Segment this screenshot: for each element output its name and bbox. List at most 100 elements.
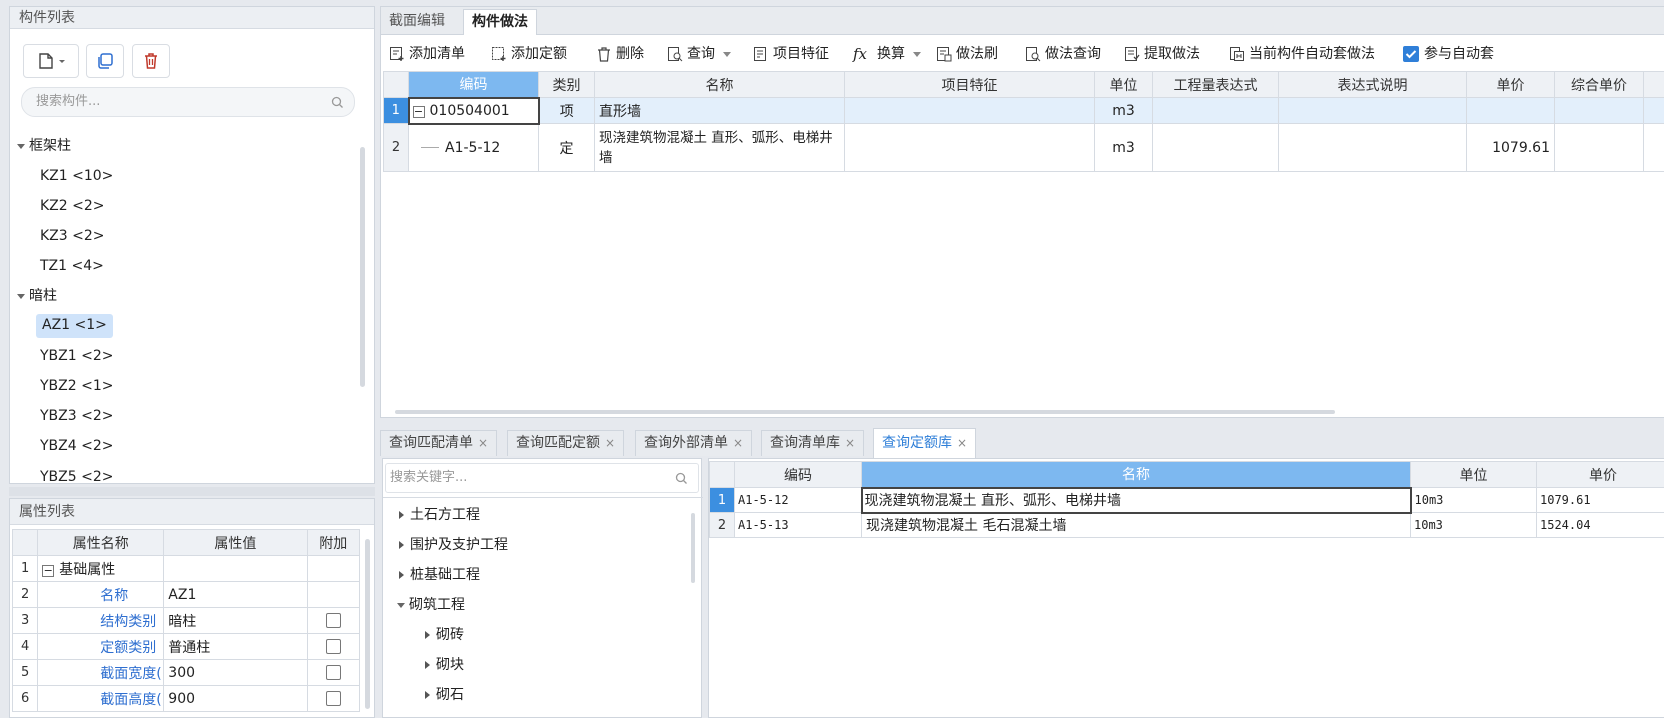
column-header[interactable]: 单价 (1467, 72, 1555, 98)
column-header[interactable]: 单位 (1095, 72, 1153, 98)
attach-checkbox[interactable] (326, 613, 341, 628)
method-brush-button[interactable]: 做法刷 (936, 43, 998, 65)
chevron-right-icon (399, 511, 404, 519)
component-item[interactable]: TZ1 <4> (40, 255, 104, 279)
method-query-button[interactable]: 做法查询 (1025, 43, 1101, 65)
extract-icon (1124, 46, 1140, 62)
close-icon[interactable]: × (605, 436, 615, 450)
property-row[interactable]: 5 截面宽度(... 300 (13, 660, 360, 686)
brush-icon (936, 46, 952, 62)
query-dropdown-button[interactable]: 查询 (667, 43, 735, 65)
quota-tree-item[interactable]: 砌块 (425, 654, 464, 678)
participate-auto-checkbox[interactable]: 参与自动套 (1403, 43, 1494, 65)
property-row[interactable]: 4 定额类别 普通柱 (13, 634, 360, 660)
tab-query-quota-library[interactable]: 查询定额库× (873, 428, 976, 458)
item-feature-icon (753, 46, 769, 62)
delete-component-button[interactable] (132, 44, 170, 78)
add-quota-button[interactable]: 添加定额 (491, 43, 567, 65)
column-header[interactable]: 项目特征 (845, 72, 1095, 98)
column-header-name[interactable]: 名称 (862, 462, 1411, 488)
component-item[interactable]: YBZ1 <2> (40, 345, 113, 369)
tab-query-match-list[interactable]: 查询匹配清单× (380, 430, 497, 456)
method-row-selected[interactable]: 1 −010504001 项 直形墙 m3 (384, 98, 1664, 124)
component-item[interactable]: KZ3 <2> (40, 225, 105, 249)
component-item[interactable]: YBZ2 <1> (40, 375, 113, 399)
quota-tree-item[interactable]: 土石方工程 (399, 504, 480, 528)
quota-tree-item[interactable]: 桩基础工程 (399, 564, 480, 588)
quota-tree-item[interactable]: 围护及支护工程 (399, 534, 508, 558)
horizontal-splitter[interactable] (9, 487, 375, 496)
property-list-scrollbar[interactable] (365, 539, 370, 709)
tab-query-list-library[interactable]: 查询清单库× (761, 430, 864, 456)
checkbox-checked-icon[interactable] (1403, 46, 1419, 62)
quota-tree-item[interactable]: 砌石 (425, 684, 464, 708)
column-header-code[interactable]: 编码 (409, 72, 539, 98)
method-grid-hscrollbar[interactable] (395, 410, 1335, 414)
chevron-right-icon (425, 691, 430, 699)
column-header[interactable]: 工程量表达式 (1153, 72, 1279, 98)
column-header[interactable]: 属性值 (164, 530, 307, 556)
close-icon[interactable]: × (733, 436, 743, 450)
column-header[interactable]: 类别 (539, 72, 595, 98)
tree-group-hidden-column[interactable]: 暗柱 (17, 285, 57, 309)
quota-tree-scrollbar[interactable] (691, 513, 695, 583)
quota-tree-pane: 搜索关键字... 土石方工程 围护及支护工程 桩基础工程 砌筑工程 砌砖 砌块 … (382, 458, 702, 718)
top-tabbar (381, 7, 1664, 35)
item-feature-button[interactable]: 项目特征 (753, 43, 829, 65)
new-component-button[interactable] (23, 44, 79, 78)
close-icon[interactable]: × (957, 436, 967, 450)
add-list-button[interactable]: 添加清单 (389, 43, 465, 65)
convert-dropdown-button[interactable]: 𝑓x 换算 (853, 43, 925, 65)
collapse-icon[interactable]: − (413, 106, 425, 118)
column-header[interactable]: 单位 (1411, 462, 1537, 488)
method-grid: 编码 类别 名称 项目特征 单位 工程量表达式 表达式说明 单价 综合单价 1 … (383, 71, 1664, 172)
quota-tree-item[interactable]: 砌筑工程 (397, 594, 465, 618)
column-header[interactable]: 单价 (1537, 462, 1664, 488)
property-row[interactable]: 3 结构类别 暗柱 (13, 608, 360, 634)
component-item[interactable]: YBZ4 <2> (40, 435, 113, 459)
attach-checkbox[interactable] (326, 639, 341, 654)
component-item[interactable]: KZ2 <2> (40, 195, 105, 219)
quota-row[interactable]: 2 A1-5-13 现浇建筑物混凝土 毛石混凝土墙 10m3 1524.04 (710, 513, 1664, 538)
component-item[interactable]: YBZ5 <2> (40, 470, 113, 484)
quota-grid: 编码 名称 单位 单价 1 A1-5-12 现浇建筑物混凝土 直形、弧形、电梯井… (709, 461, 1664, 538)
component-list-scrollbar[interactable] (360, 147, 365, 387)
tree-connector (421, 147, 439, 148)
column-header[interactable]: 属性名称 (38, 530, 164, 556)
tab-section-edit[interactable]: 截面编辑 (381, 9, 453, 35)
close-icon[interactable]: × (478, 436, 488, 450)
column-header[interactable]: 名称 (595, 72, 845, 98)
column-header[interactable]: 综合单价 (1555, 72, 1644, 98)
auto-apply-method-button[interactable]: 当前构件自动套做法 (1229, 43, 1375, 65)
method-row[interactable]: 2 A1-5-12 定 现浇建筑物混凝土 直形、弧形、电梯井墙 m3 1079.… (384, 124, 1664, 172)
quota-tree-item[interactable]: 砌砖 (425, 624, 464, 648)
attach-checkbox[interactable] (326, 691, 341, 706)
add-quota-icon (491, 46, 507, 62)
tab-component-method[interactable]: 构件做法 (463, 9, 537, 35)
close-icon[interactable]: × (845, 436, 855, 450)
delete-button[interactable]: 删除 (596, 43, 644, 65)
column-header[interactable]: 表达式说明 (1279, 72, 1467, 98)
property-row[interactable]: 6 截面高度(... 900 (13, 686, 360, 712)
copy-component-button[interactable] (86, 44, 124, 78)
quota-row-selected[interactable]: 1 A1-5-12 现浇建筑物混凝土 直形、弧形、电梯井墙 10m3 1079.… (710, 488, 1664, 513)
query-icon (667, 46, 683, 62)
component-item[interactable]: KZ1 <10> (40, 165, 113, 189)
tree-group-frame-column[interactable]: 框架柱 (17, 135, 71, 159)
component-search-input[interactable]: 搜索构件... (21, 87, 355, 117)
extract-method-button[interactable]: 提取做法 (1124, 43, 1200, 65)
auto-apply-icon (1229, 46, 1245, 62)
property-row[interactable]: 2 名称 AZ1 (13, 582, 360, 608)
collapse-icon[interactable]: − (42, 565, 54, 577)
chevron-down-icon (17, 294, 25, 299)
quota-search-input[interactable]: 搜索关键字... (385, 463, 699, 493)
tab-query-external-list[interactable]: 查询外部清单× (635, 430, 752, 456)
property-list-panel: 属性列表 属性名称 属性值 附加 1 −基础属性 2 名称 AZ1 3 结构类别… (9, 498, 375, 718)
property-row[interactable]: 1 −基础属性 (13, 556, 360, 582)
attach-checkbox[interactable] (326, 665, 341, 680)
column-header[interactable]: 附加 (307, 530, 359, 556)
column-header[interactable]: 编码 (735, 462, 862, 488)
component-item[interactable]: YBZ3 <2> (40, 405, 113, 429)
component-item-selected[interactable]: AZ1 <1> (36, 314, 113, 338)
tab-query-match-quota[interactable]: 查询匹配定额× (507, 430, 624, 456)
